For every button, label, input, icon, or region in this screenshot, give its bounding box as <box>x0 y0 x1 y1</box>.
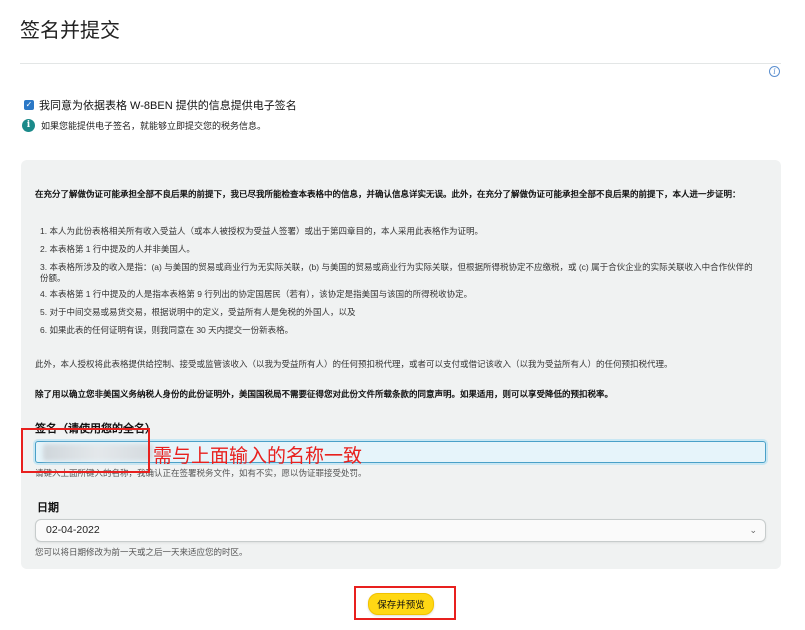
annotation-box-button <box>354 586 456 620</box>
certification-item: 3. 本表格所涉及的收入是指：(a) 与美国的贸易或商业行为无实际关联，(b) … <box>40 262 753 283</box>
date-label: 日期 <box>37 502 59 514</box>
consent-checkbox[interactable]: ✓ <box>24 100 34 110</box>
certification-item: 2. 本表格第 1 行中提及的人并非美国人。 <box>40 244 195 254</box>
date-help: 您可以将日期修改为前一天或之后一天来适应您的时区。 <box>35 547 248 557</box>
esign-note-text: 如果您能提供电子签名，就能够立即提交您的税务信息。 <box>41 121 267 131</box>
page-title: 签名并提交 <box>20 20 120 42</box>
certification-item: 6. 如果此表的任何证明有误，则我同意在 30 天内提交一份新表格。 <box>40 325 294 335</box>
divider <box>20 63 781 64</box>
consent-label[interactable]: 我同意为依据表格 W-8BEN 提供的信息提供电子签名 <box>39 97 297 113</box>
consent-checkbox-row[interactable]: ✓ 我同意为依据表格 W-8BEN 提供的信息提供电子签名 <box>24 97 297 113</box>
certification-authorization: 此外，本人授权将此表格提供给控制、接受或监管该收入（以我为受益所有人）的任何预扣… <box>35 359 673 369</box>
date-select[interactable]: 02-04-2022 ⌄ <box>35 519 766 542</box>
annotation-box-signature <box>21 428 150 473</box>
check-icon: ✓ <box>25 100 33 109</box>
certification-item: 5. 对于中间交易或易货交易，根据说明中的定义，受益所有人是免税的外国人，以及 <box>40 307 356 317</box>
esign-note: i 如果您能提供电子签名，就能够立即提交您的税务信息。 <box>22 119 266 132</box>
annotation-text: 需与上面输入的名称一致 <box>153 445 363 467</box>
certification-item: 4. 本表格第 1 行中提及的人是指本表格第 9 行列出的协定国居民（若有），该… <box>40 289 473 299</box>
certification-item: 1. 本人为此份表格相关所有收入受益人（或本人被授权为受益人签署）或出于第四章目… <box>40 226 483 236</box>
info-icon[interactable]: i <box>769 66 780 77</box>
info-circle-icon: i <box>22 119 35 132</box>
certification-list: 1. 本人为此份表格相关所有收入受益人（或本人被授权为受益人签署）或出于第四章目… <box>40 226 760 343</box>
certification-intro: 在充分了解做伪证可能承担全部不良后果的前提下，我已尽我所能检查本表格中的信息，并… <box>35 189 741 199</box>
chevron-down-icon: ⌄ <box>749 525 757 535</box>
certification-panel: 在充分了解做伪证可能承担全部不良后果的前提下，我已尽我所能检查本表格中的信息，并… <box>21 160 781 569</box>
date-value: 02-04-2022 <box>46 524 100 536</box>
irs-note: 除了用以确立您非美国义务纳税人身份的此份证明外，美国国税局不需要征得您对此份文件… <box>35 389 614 399</box>
